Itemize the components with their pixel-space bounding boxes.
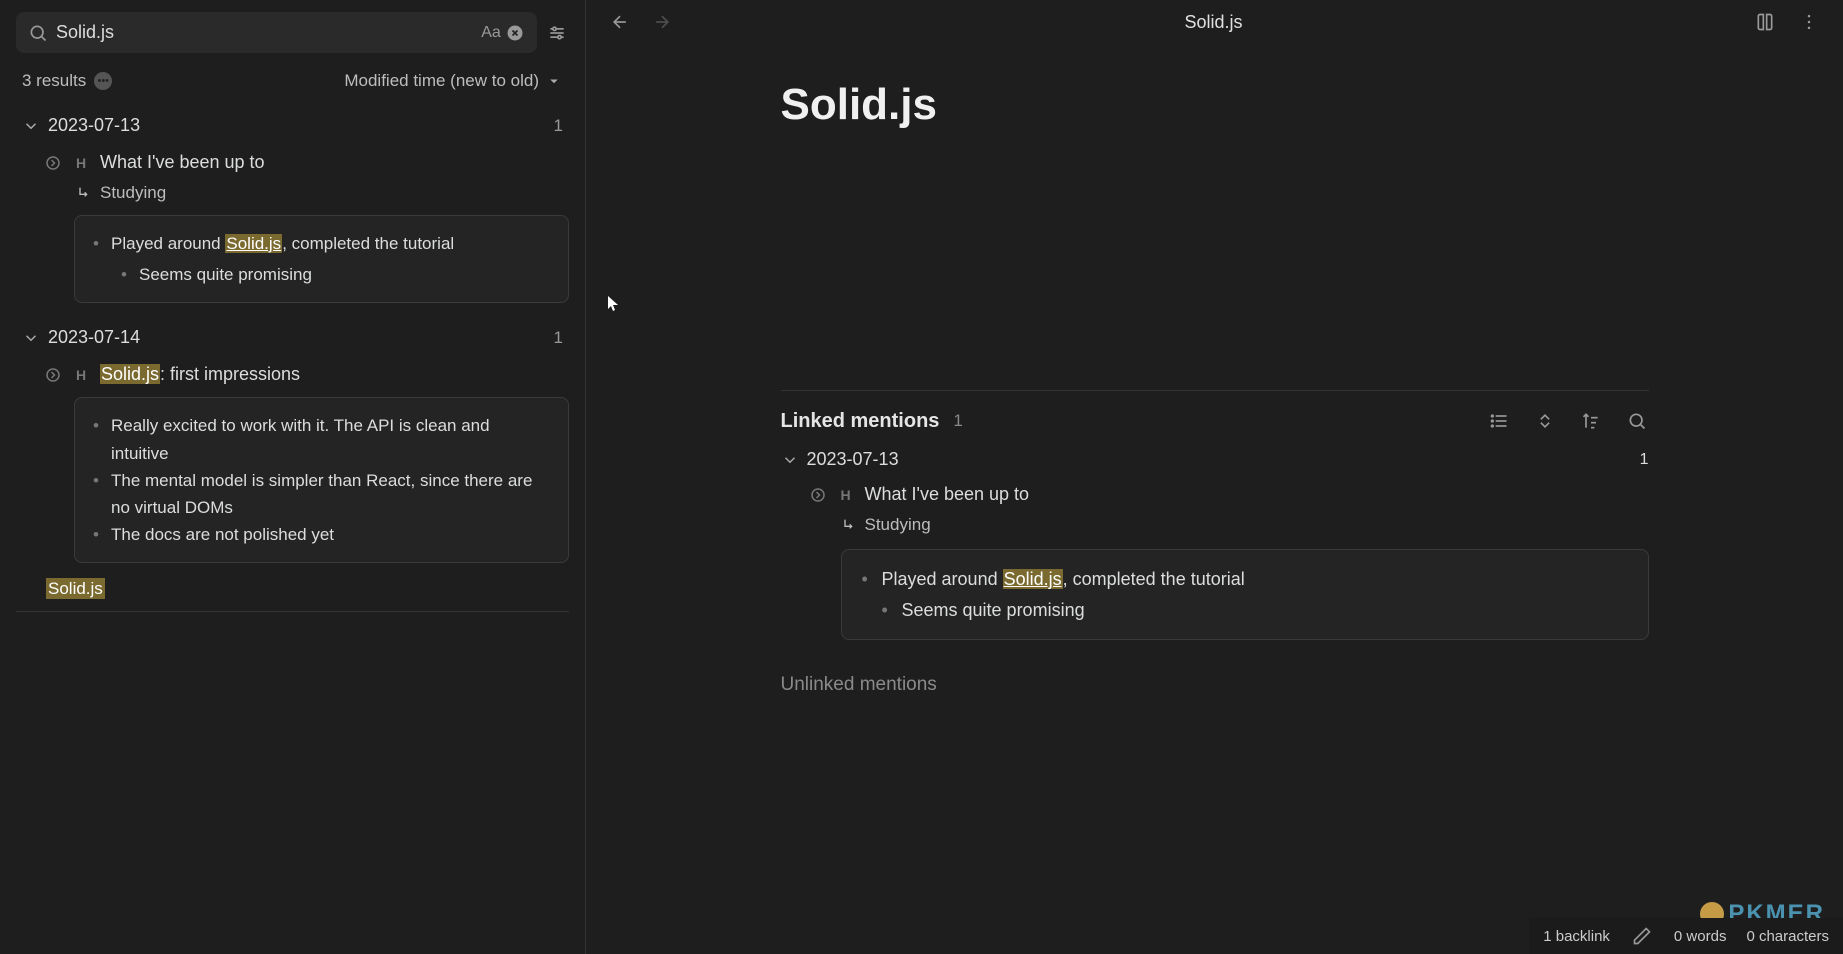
more-icon[interactable] (1797, 10, 1821, 34)
mention-breadcrumb[interactable]: Studying (809, 515, 1649, 535)
breadcrumb-arrow-icon (76, 185, 92, 201)
file-result[interactable]: Solid.js (16, 579, 569, 599)
tab-title[interactable]: Solid.js (1184, 12, 1242, 33)
chevron-down-icon (22, 117, 40, 135)
note-title: What I've been up to (100, 152, 265, 173)
search-result-item[interactable]: H Solid.js: first impressions (44, 364, 569, 385)
search-mentions-icon[interactable] (1625, 409, 1649, 433)
date-group-header[interactable]: 2023-07-13 1 (16, 111, 569, 140)
status-words[interactable]: 0 words (1674, 928, 1727, 945)
mention-date-count: 1 (1640, 451, 1649, 469)
sort-dropdown[interactable]: Modified time (new to old) (344, 71, 563, 91)
results-count: 3 results (22, 71, 86, 91)
search-input[interactable] (50, 18, 479, 47)
result-snippet[interactable]: Played around Solid.js, completed the tu… (74, 215, 569, 303)
list-icon[interactable] (1487, 409, 1511, 433)
heading-icon: H (72, 366, 90, 384)
sort-label: Modified time (new to old) (344, 71, 539, 91)
match-case-icon[interactable]: Aa (479, 21, 503, 45)
group-count: 1 (554, 116, 563, 136)
linked-mentions-count: 1 (953, 411, 962, 431)
open-note-icon (44, 366, 62, 384)
date-label: 2023-07-13 (48, 115, 140, 136)
highlight: Solid.js (225, 234, 282, 253)
nav-forward-icon[interactable] (650, 10, 674, 34)
highlight: Solid.js (1003, 569, 1063, 589)
chevron-down-icon (22, 329, 40, 347)
collapse-all-icon[interactable] (1533, 409, 1557, 433)
mention-result-item[interactable]: H What I've been up to (809, 484, 1649, 505)
group-count: 1 (554, 328, 563, 348)
status-backlinks[interactable]: 1 backlink (1543, 928, 1610, 945)
date-label: 2023-07-14 (48, 327, 140, 348)
page-title[interactable]: Solid.js (781, 80, 1649, 130)
result-snippet[interactable]: Really excited to work with it. The API … (74, 397, 569, 563)
date-group-header[interactable]: 2023-07-14 1 (16, 323, 569, 352)
loading-badge: ••• (94, 72, 112, 90)
status-chars[interactable]: 0 characters (1746, 928, 1829, 945)
chevron-down-icon (781, 451, 799, 469)
unlinked-mentions-label[interactable]: Unlinked mentions (781, 674, 1649, 696)
breadcrumb-arrow-icon (841, 517, 857, 533)
search-box: Aa (16, 12, 537, 53)
sort-icon[interactable] (1579, 409, 1603, 433)
settings-icon[interactable] (545, 21, 569, 45)
linked-mentions-label[interactable]: Linked mentions (781, 410, 940, 433)
mention-date-header[interactable]: 2023-07-13 1 (781, 449, 1649, 470)
nav-back-icon[interactable] (608, 10, 632, 34)
mention-date: 2023-07-13 (807, 449, 899, 470)
mouse-cursor (608, 296, 620, 312)
search-icon (26, 21, 50, 45)
pencil-icon[interactable] (1630, 924, 1654, 948)
editor-pane: Solid.js Solid.js Linked mentions 1 (586, 0, 1843, 954)
mention-snippet[interactable]: Played around Solid.js, completed the tu… (841, 549, 1649, 640)
heading-icon: H (72, 154, 90, 172)
open-note-icon (809, 486, 827, 504)
note-title: Solid.js: first impressions (100, 364, 300, 385)
search-result-item[interactable]: H What I've been up to (44, 152, 569, 173)
mention-note-title: What I've been up to (865, 484, 1030, 505)
heading-icon: H (837, 486, 855, 504)
reading-mode-icon[interactable] (1753, 10, 1777, 34)
breadcrumb-text: Studying (100, 183, 166, 203)
open-note-icon (44, 154, 62, 172)
breadcrumb-text: Studying (865, 515, 931, 535)
clear-icon[interactable] (503, 21, 527, 45)
status-bar: 1 backlink 0 words 0 characters (1529, 918, 1843, 954)
result-breadcrumb[interactable]: Studying (44, 183, 569, 203)
search-panel: Aa 3 results ••• Modified time (new to o… (0, 0, 586, 954)
